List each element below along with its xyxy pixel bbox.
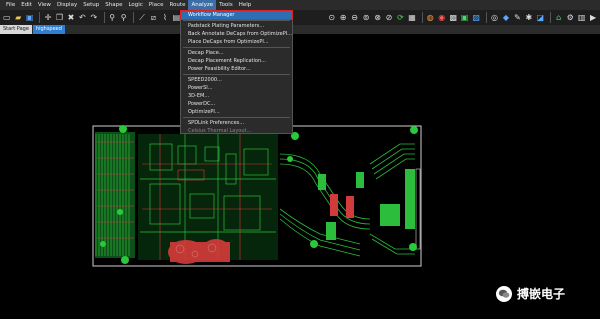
route-icon[interactable]: ⌇	[160, 12, 169, 23]
zoom-center-icon[interactable]: ⊘	[384, 12, 393, 23]
zoom-fit-icon[interactable]: ⊙	[327, 12, 336, 23]
zoom-in-icon[interactable]: ⊕	[338, 12, 347, 23]
undo-icon[interactable]: ↶	[78, 12, 87, 23]
menu-tools[interactable]: Tools	[216, 0, 236, 10]
menu-help[interactable]: Help	[236, 0, 255, 10]
toolbar-separator	[485, 12, 487, 23]
zoom-world-icon[interactable]: ⊚	[361, 12, 370, 23]
menu-item-powerdc[interactable]: PowerDC...	[181, 100, 292, 108]
color-palette-icon[interactable]: ◍	[426, 12, 435, 23]
menu-item-place-decaps-from-optimizepi[interactable]: Place DeCaps from OptimizePI...	[181, 38, 292, 46]
menu-item-workflow-manager[interactable]: Workflow Manager	[180, 10, 293, 20]
wechat-icon	[496, 285, 512, 302]
watermark: 搏嵌电子	[496, 285, 565, 302]
tab-highspeed[interactable]: highspeed	[32, 25, 65, 34]
menu-display[interactable]: Display	[54, 0, 80, 10]
layer-visibility-icon[interactable]: ◉	[437, 12, 446, 23]
analyze-menu-dropdown: Workflow Manager Padstack Plating Paramet…	[180, 10, 293, 134]
menu-item-optimizepi[interactable]: OptimizePI...	[181, 108, 292, 116]
zoom-out-icon[interactable]: ⊖	[350, 12, 359, 23]
image-icon[interactable]: ▨	[471, 12, 480, 23]
menu-view[interactable]: View	[35, 0, 54, 10]
menu-edit[interactable]: Edit	[18, 0, 35, 10]
pcb-layout	[92, 125, 422, 267]
toolbar-separator	[39, 12, 41, 23]
cross-section-icon[interactable]: ◆	[501, 12, 510, 23]
toolbar-separator	[550, 12, 551, 23]
menu-item-3d-em[interactable]: 3D-EM...	[181, 92, 292, 100]
save-icon[interactable]: ▣	[25, 12, 34, 23]
tab-bar: Start Page highspeed	[0, 25, 600, 34]
toolbar-separator	[421, 12, 423, 23]
menu-logic[interactable]: Logic	[125, 0, 145, 10]
menu-item-spdlink-preferences[interactable]: SPDLink Preferences...	[181, 119, 292, 127]
menu-setup[interactable]: Setup	[80, 0, 102, 10]
menu-item-celsius-thermal-layout[interactable]: Celsius Thermal Layout...	[181, 127, 292, 135]
new-file-icon[interactable]: ▭	[2, 12, 11, 23]
menu-place[interactable]: Place	[146, 0, 167, 10]
menu-separator	[183, 74, 290, 75]
panel-icon[interactable]: ▥	[577, 12, 586, 23]
menu-item-back-annotate-decaps-from-optimizepi[interactable]: Back Annotate DeCaps from OptimizePI...	[181, 30, 292, 38]
move-icon[interactable]: ✛	[43, 12, 52, 23]
zoom-prev-icon[interactable]: ⊗	[373, 12, 382, 23]
slide-icon[interactable]: ⧄	[149, 12, 158, 23]
pcb-middle-block	[138, 134, 278, 264]
tool-icon[interactable]: ⚙	[565, 12, 574, 23]
menu-shape[interactable]: Shape	[102, 0, 125, 10]
open-folder-icon[interactable]: ▰	[13, 12, 22, 23]
redraw-icon[interactable]: ⟳	[396, 12, 405, 23]
design-canvas[interactable]	[0, 34, 600, 319]
add-connect-icon[interactable]: ⟋	[137, 12, 146, 23]
menu-item-padstack-plating-parameters[interactable]: Padstack Plating Parameters...	[181, 22, 292, 30]
pin-icon[interactable]: ⚲	[107, 12, 116, 23]
copy-icon[interactable]: ❐	[55, 12, 64, 23]
play-icon[interactable]: ▶	[588, 12, 597, 23]
menu-separator	[183, 20, 290, 21]
toolbar: ▭ ▰ ▣ ✛ ❐ ✖ ↶ ↷ ⚲ ⚲ ⟋ ⧄ ⌇ ▤ ⊙ ⊕ ⊖ ⊚ ⊗ ⊘ …	[0, 10, 600, 25]
menu-bar: File Edit View Display Setup Shape Logic Place R…	[0, 0, 600, 10]
copper-pour-area	[168, 239, 230, 264]
menu-item-decap-placement-replication[interactable]: Decap Placement Replication...	[181, 57, 292, 65]
delete-icon[interactable]: ✖	[66, 12, 75, 23]
pcb-right-block	[279, 143, 421, 257]
menu-route[interactable]: Route	[166, 0, 188, 10]
report-icon[interactable]: ◪	[536, 12, 545, 23]
menu-item-speed2000[interactable]: SPEED2000...	[181, 76, 292, 84]
settings-icon[interactable]: ✱	[524, 12, 533, 23]
menu-item-decap-place[interactable]: Decap Place...	[181, 49, 292, 57]
toolbar-separator	[133, 12, 135, 23]
3d-view-icon[interactable]: ▣	[460, 12, 469, 23]
menu-separator	[183, 47, 290, 48]
grid-icon[interactable]: ▦	[407, 12, 416, 23]
visibility-eye-icon[interactable]: ◎	[490, 12, 499, 23]
toolbar-separator	[103, 12, 105, 23]
menu-analyze[interactable]: Analyze	[188, 0, 217, 10]
menu-separator	[183, 117, 290, 118]
watermark-text: 搏嵌电子	[517, 287, 566, 301]
tab-start-page[interactable]: Start Page	[0, 25, 32, 34]
redo-icon[interactable]: ↷	[89, 12, 98, 23]
menu-file[interactable]: File	[3, 0, 18, 10]
pin-icon-2[interactable]: ⚲	[119, 12, 128, 23]
menu-item-power-feasibility-editor[interactable]: Power Feasibility Editor...	[181, 65, 292, 73]
home-icon[interactable]: ⌂	[554, 12, 563, 23]
constraint-icon[interactable]: ✎	[513, 12, 522, 23]
pcb-left-block	[95, 132, 135, 258]
shadow-icon[interactable]: ▩	[449, 12, 458, 23]
menu-item-powersi[interactable]: PowerSI...	[181, 84, 292, 92]
